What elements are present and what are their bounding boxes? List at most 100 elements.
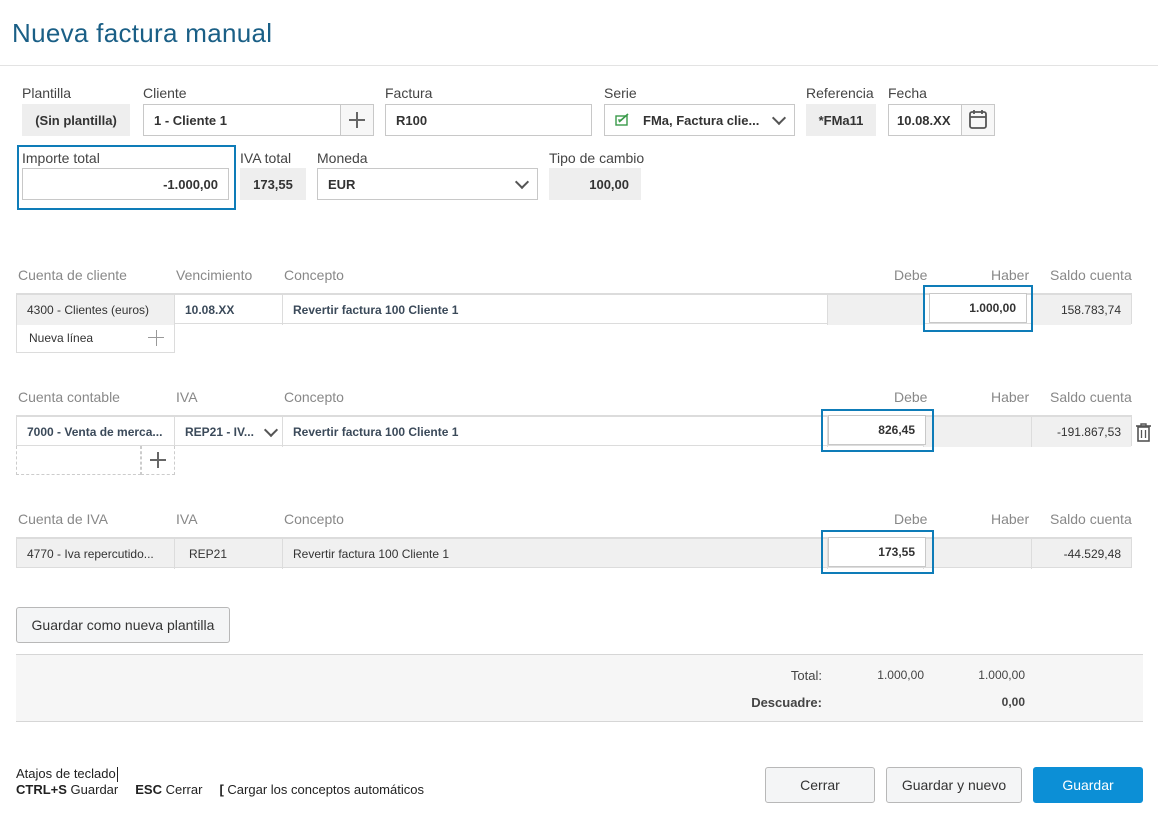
referencia-value: *FMa11: [806, 104, 876, 136]
add-line-button[interactable]: [141, 446, 175, 475]
shortcut-save: CTRL+S Guardar: [16, 782, 118, 797]
vat-code-cell: REP21: [175, 539, 283, 569]
due-date-value: 10.08.XX: [185, 303, 235, 317]
importe-total-input[interactable]: -1.000,00: [22, 168, 229, 200]
trash-icon: [1135, 423, 1152, 445]
fecha-label: Fecha: [888, 85, 927, 101]
shortcut-concepts-label: Cargar los conceptos automáticos: [227, 782, 424, 797]
moneda-select[interactable]: EUR: [317, 168, 538, 200]
delete-row-button[interactable]: [1135, 422, 1152, 445]
header-haber: Haber: [991, 511, 1030, 527]
iva-total-value: 173,55: [240, 168, 306, 200]
factura-value: R100: [396, 112, 428, 128]
header-cuenta-cliente: Cuenta de cliente: [18, 267, 127, 283]
due-date-cell[interactable]: 10.08.XX: [175, 295, 283, 325]
header-cuenta-iva: Cuenta de IVA: [18, 511, 109, 527]
balance-value: 158.783,74: [1060, 303, 1121, 317]
importe-total-label: Importe total: [22, 150, 100, 166]
invoice-series-icon: [615, 113, 631, 127]
header-saldo: Saldo cuenta: [1050, 267, 1132, 283]
header-saldo: Saldo cuenta: [1050, 511, 1132, 527]
serie-value: FMa, Factura clie...: [643, 112, 760, 128]
header-cuenta-contable: Cuenta contable: [18, 389, 120, 405]
plus-icon: [150, 452, 166, 468]
close-button[interactable]: Cerrar: [765, 767, 875, 803]
header-concepto: Concepto: [284, 267, 344, 283]
shortcut-save-key: CTRL+S: [16, 782, 67, 797]
shortcuts-title-text: Atajos de teclado: [16, 766, 116, 781]
debit-cell[interactable]: [828, 295, 924, 325]
cliente-label: Cliente: [143, 85, 187, 101]
client-account-cell[interactable]: 4300 - Clientes (euros): [17, 295, 175, 325]
vat-account-value: 4770 - Iva repercutido...: [27, 547, 154, 561]
table-row: 7000 - Venta de merca... REP21 - IV... R…: [16, 415, 1132, 447]
fecha-value: 10.08.XX: [897, 112, 951, 128]
total-label: Total:: [790, 668, 822, 683]
add-client-button[interactable]: [340, 104, 374, 136]
debit-input[interactable]: 826,45: [828, 415, 926, 445]
empty-account-cell[interactable]: [16, 446, 141, 475]
accounting-account-cell[interactable]: 7000 - Venta de merca...: [17, 417, 175, 447]
fecha-input[interactable]: 10.08.XX: [888, 104, 962, 136]
shortcut-save-label: Guardar: [70, 782, 119, 797]
descuadre-value: 0,00: [1001, 695, 1025, 709]
credit-value: 1.000,00: [969, 301, 1016, 315]
calendar-icon: [969, 109, 987, 132]
concept-value: Revertir factura 100 Cliente 1: [293, 547, 450, 561]
header-debe: Debe: [894, 511, 928, 527]
plus-icon: [349, 112, 365, 128]
plus-icon: [148, 329, 164, 346]
client-account-value: 4300 - Clientes (euros): [27, 303, 150, 317]
plantilla-value[interactable]: (Sin plantilla): [22, 104, 130, 136]
client-table-header: Cuenta de cliente Vencimiento Concepto D…: [0, 267, 1158, 287]
accounting-table-header: Cuenta contable IVA Concepto Debe Haber …: [0, 389, 1158, 409]
header-haber: Haber: [991, 389, 1030, 405]
new-line-button[interactable]: Nueva línea: [16, 323, 175, 353]
debit-value: 826,45: [878, 423, 915, 437]
importe-total-value: -1.000,00: [163, 176, 218, 192]
referencia-label: Referencia: [806, 85, 874, 101]
header-debe: Debe: [894, 389, 928, 405]
page-title: Nueva factura manual: [12, 18, 273, 48]
serie-label: Serie: [604, 85, 637, 101]
tipo-cambio-label: Tipo de cambio: [549, 150, 645, 166]
chevron-down-icon: [771, 110, 787, 125]
totals-panel: Total: 1.000,00 1.000,00 Descuadre: 0,00: [16, 654, 1143, 722]
save-and-new-button[interactable]: Guardar y nuevo: [886, 767, 1022, 803]
vat-account-cell: 4770 - Iva repercutido...: [17, 539, 175, 569]
serie-select[interactable]: FMa, Factura clie...: [604, 104, 795, 136]
credit-cell[interactable]: [924, 417, 1032, 447]
header-iva: IVA: [176, 511, 198, 527]
header-divider: [0, 65, 1158, 66]
header-debe: Debe: [894, 267, 928, 283]
header-vencimiento: Vencimiento: [176, 267, 253, 283]
factura-input[interactable]: R100: [385, 104, 592, 136]
header-iva: IVA: [176, 389, 198, 405]
vat-select-cell[interactable]: REP21 - IV...: [175, 417, 283, 447]
plantilla-label: Plantilla: [22, 85, 72, 101]
concept-cell[interactable]: Revertir factura 100 Cliente 1: [283, 417, 828, 447]
shortcut-close: ESC Cerrar: [135, 782, 202, 797]
balance-cell: -44.529,48: [1032, 539, 1131, 569]
shortcut-close-key: ESC: [135, 782, 162, 797]
calendar-button[interactable]: [961, 104, 995, 136]
save-button[interactable]: Guardar: [1033, 767, 1143, 803]
save-as-template-button[interactable]: Guardar como nueva plantilla: [16, 607, 230, 643]
balance-cell: 158.783,74: [1032, 295, 1131, 325]
credit-input[interactable]: 1.000,00: [929, 293, 1027, 323]
balance-value: -191.867,53: [1056, 425, 1121, 439]
vat-debit-input[interactable]: 173,55: [828, 537, 926, 567]
concept-cell[interactable]: Revertir factura 100 Cliente 1: [283, 295, 828, 325]
concept-value: Revertir factura 100 Cliente 1: [293, 425, 459, 439]
shortcut-concepts-key: [: [219, 782, 224, 797]
shortcut-concepts: [ Cargar los conceptos automáticos: [219, 782, 424, 797]
vat-table-header: Cuenta de IVA IVA Concepto Debe Haber Sa…: [0, 511, 1158, 531]
shortcuts-list: CTRL+S Guardar ESC Cerrar [ Cargar los c…: [16, 782, 424, 797]
shortcut-close-label: Cerrar: [165, 782, 203, 797]
cliente-input[interactable]: 1 - Cliente 1: [143, 104, 341, 136]
table-row: 4770 - Iva repercutido... REP21 Revertir…: [16, 537, 1132, 569]
accounting-account-value: 7000 - Venta de merca...: [27, 425, 163, 439]
balance-cell: -191.867,53: [1032, 417, 1131, 447]
total-debit: 1.000,00: [877, 668, 924, 682]
moneda-value: EUR: [328, 176, 356, 192]
